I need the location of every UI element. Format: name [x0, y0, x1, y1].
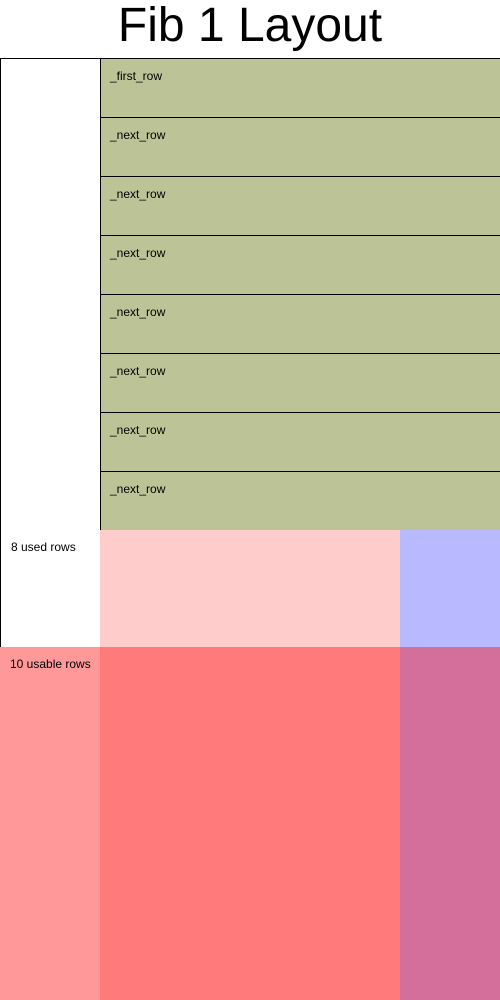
row-label: _first_row: [110, 69, 163, 83]
row-label: _next_row: [110, 423, 166, 437]
left-column-top-cell: [0, 58, 101, 530]
row-label: _next_row: [110, 246, 166, 260]
row-label: _next_row: [110, 128, 166, 142]
row-block: _next_row: [101, 118, 500, 177]
row-block: _next_row: [101, 295, 500, 354]
usable-rows-side-block: [400, 647, 500, 1000]
used-rows-side-block: [400, 530, 500, 647]
usable-rows-main-block: [100, 647, 400, 1000]
row-block: _next_row: [101, 236, 500, 295]
row-label: _next_row: [110, 187, 166, 201]
row-stack: _first_row _next_row _next_row _next_row…: [100, 58, 500, 531]
row-block: _next_row: [101, 413, 500, 472]
row-block: _next_row: [101, 177, 500, 236]
used-rows-label: 8 used rows: [11, 540, 76, 554]
row-label: _next_row: [110, 482, 166, 496]
usable-rows-label-cell: 10 usable rows: [0, 647, 100, 1000]
used-rows-label-cell: 8 used rows: [0, 530, 100, 647]
used-rows-main-block: [100, 530, 400, 647]
row-label: _next_row: [110, 305, 166, 319]
diagram-title: Fib 1 Layout: [117, 0, 383, 52]
row-block: _first_row: [101, 59, 500, 118]
row-block: _next_row: [101, 354, 500, 413]
row-label: _next_row: [110, 364, 166, 378]
row-block: _next_row: [101, 472, 500, 531]
usable-rows-label: 10 usable rows: [10, 657, 91, 671]
